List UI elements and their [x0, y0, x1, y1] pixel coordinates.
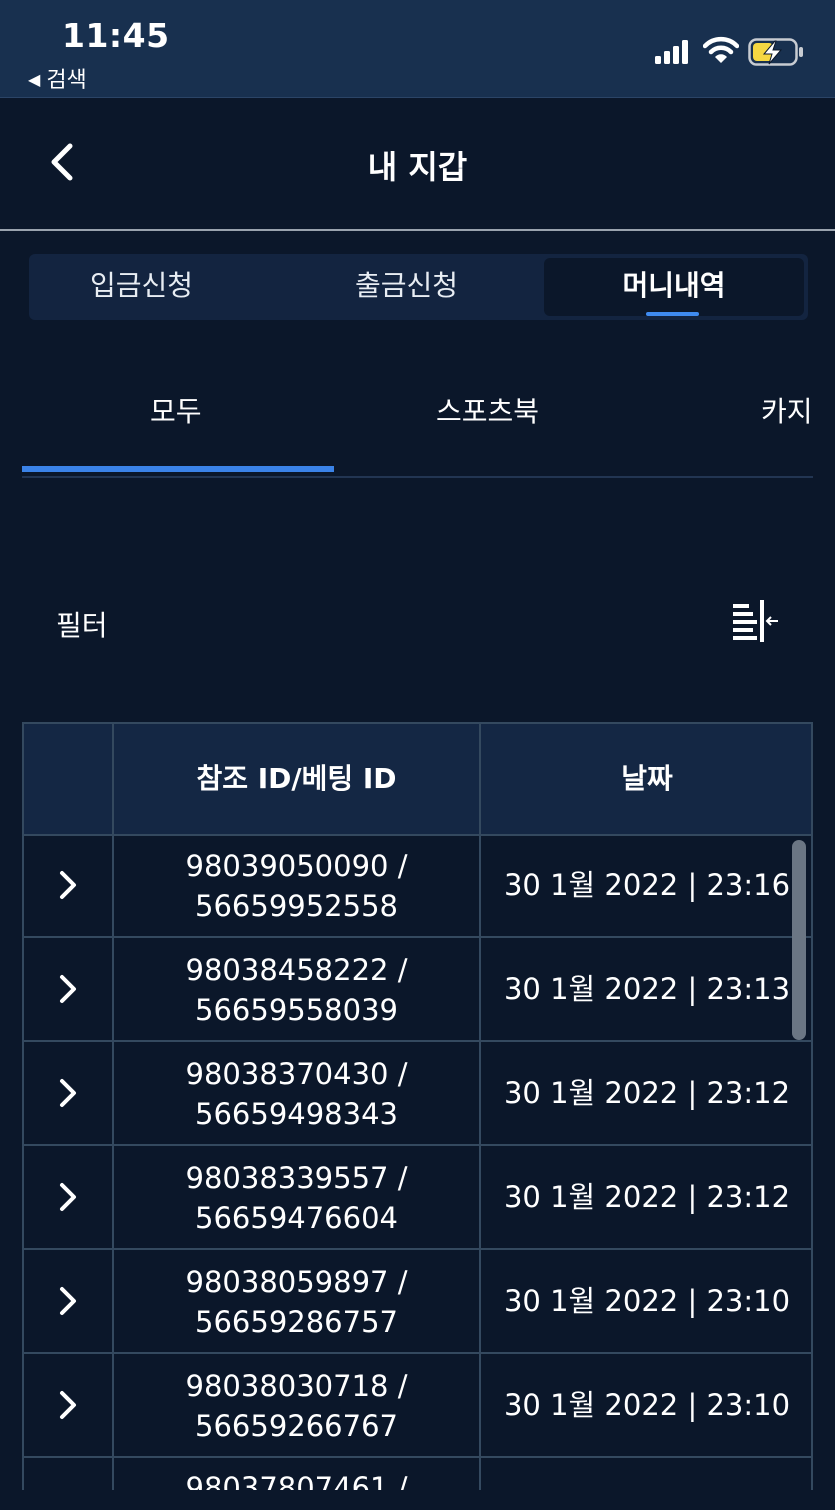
- category-tabs: 모두 스포츠북 카지: [22, 360, 813, 478]
- reference-bet-id: 98039050090 /56659952558: [185, 849, 408, 923]
- column-header-reference-id: 참조 ID/베팅 ID: [196, 762, 397, 795]
- tab-deposit[interactable]: 입금신청: [29, 254, 254, 320]
- reference-bet-id: 98038458222 /56659558039: [185, 953, 408, 1027]
- filter-label[interactable]: 필터: [56, 604, 108, 644]
- transaction-date: 30 1월 2022 | 23:10: [503, 1284, 791, 1318]
- reference-bet-id: 98038059897 /56659286757: [185, 1265, 408, 1339]
- table-row[interactable]: 98037807461 /: [24, 1458, 811, 1490]
- transaction-date: 30 1월 2022 | 23:12: [503, 1076, 791, 1110]
- filter-sort-icon[interactable]: [730, 600, 780, 642]
- wifi-icon: [703, 36, 739, 63]
- transaction-date: [481, 1458, 811, 1490]
- back-triangle-icon: ◀: [28, 70, 41, 89]
- reference-bet-id: 98038339557 /56659476604: [185, 1161, 408, 1235]
- chevron-right-icon[interactable]: [54, 1284, 82, 1318]
- column-divider: [112, 724, 114, 1490]
- transaction-date: 30 1월 2022 | 23:10: [503, 1388, 791, 1422]
- cellular-signal-icon: [655, 40, 688, 64]
- column-header-date: 날짜: [621, 762, 673, 795]
- status-bar: 11:45 ◀ 검색: [0, 0, 835, 98]
- tab-casino[interactable]: 카지: [761, 390, 813, 430]
- status-back-link[interactable]: ◀ 검색: [28, 62, 87, 94]
- table-row[interactable]: 98038339557 /56659476604 30 1월 2022 | 23…: [24, 1146, 811, 1250]
- battery-charging-icon: [748, 38, 803, 66]
- chevron-right-icon[interactable]: [54, 972, 82, 1006]
- chevron-right-icon[interactable]: [54, 1180, 82, 1214]
- chevron-right-icon[interactable]: [54, 1076, 82, 1110]
- active-subtab-indicator: [22, 466, 334, 472]
- transaction-date: 30 1월 2022 | 23:13: [503, 972, 791, 1006]
- transaction-date: 30 1월 2022 | 23:12: [503, 1180, 791, 1214]
- column-divider: [479, 724, 481, 1490]
- chevron-right-icon[interactable]: [54, 1388, 82, 1422]
- table-scrollbar[interactable]: [792, 840, 806, 1040]
- money-history-table: 참조 ID/베팅 ID 날짜 98039050090 /56659952558 …: [22, 722, 813, 1490]
- transaction-date: 30 1월 2022 | 23:16: [503, 868, 791, 902]
- status-time: 11:45: [62, 16, 170, 55]
- status-back-label: 검색: [46, 68, 87, 93]
- table-row[interactable]: 98038458222 /56659558039 30 1월 2022 | 23…: [24, 938, 811, 1042]
- page-title: 내 지갑: [367, 148, 468, 186]
- chevron-right-icon[interactable]: [54, 868, 82, 902]
- tab-withdraw[interactable]: 출금신청: [274, 254, 539, 320]
- active-tab-indicator: [646, 312, 699, 316]
- reference-bet-id: 98037807461 /: [185, 1471, 408, 1490]
- table-row[interactable]: 98038030718 /56659266767 30 1월 2022 | 23…: [24, 1354, 811, 1458]
- tab-money-history[interactable]: 머니내역: [544, 258, 804, 316]
- table-row[interactable]: 98038370430 /56659498343 30 1월 2022 | 23…: [24, 1042, 811, 1146]
- tab-all[interactable]: 모두: [150, 390, 202, 430]
- table-row[interactable]: 98039050090 /56659952558 30 1월 2022 | 23…: [24, 834, 811, 938]
- wallet-tab-group: 입금신청 출금신청 머니내역: [29, 254, 808, 320]
- reference-bet-id: 98038370430 /56659498343: [185, 1057, 408, 1131]
- tab-sportsbook[interactable]: 스포츠북: [436, 390, 539, 430]
- table-header: 참조 ID/베팅 ID 날짜: [24, 724, 811, 836]
- page-header: 내 지갑: [0, 98, 835, 231]
- reference-bet-id: 98038030718 /56659266767: [185, 1369, 408, 1443]
- table-row[interactable]: 98038059897 /56659286757 30 1월 2022 | 23…: [24, 1250, 811, 1354]
